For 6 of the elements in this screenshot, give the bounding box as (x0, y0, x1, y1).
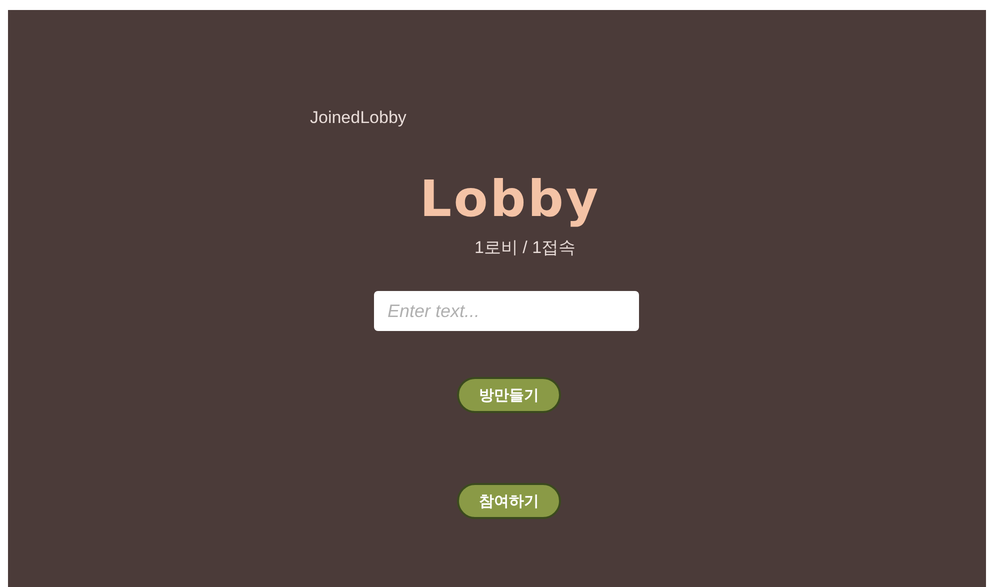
room-name-field[interactable]: Enter text... (374, 291, 638, 331)
lobby-button[interactable]: 방만들기 (457, 377, 561, 413)
lobby-counts: 1로비 / 1접속 (474, 237, 576, 259)
lobby-title: Lobby (420, 170, 600, 228)
lobby-button[interactable]: 참여하기 (457, 483, 561, 519)
status-text: JoinedLobby (310, 108, 406, 128)
